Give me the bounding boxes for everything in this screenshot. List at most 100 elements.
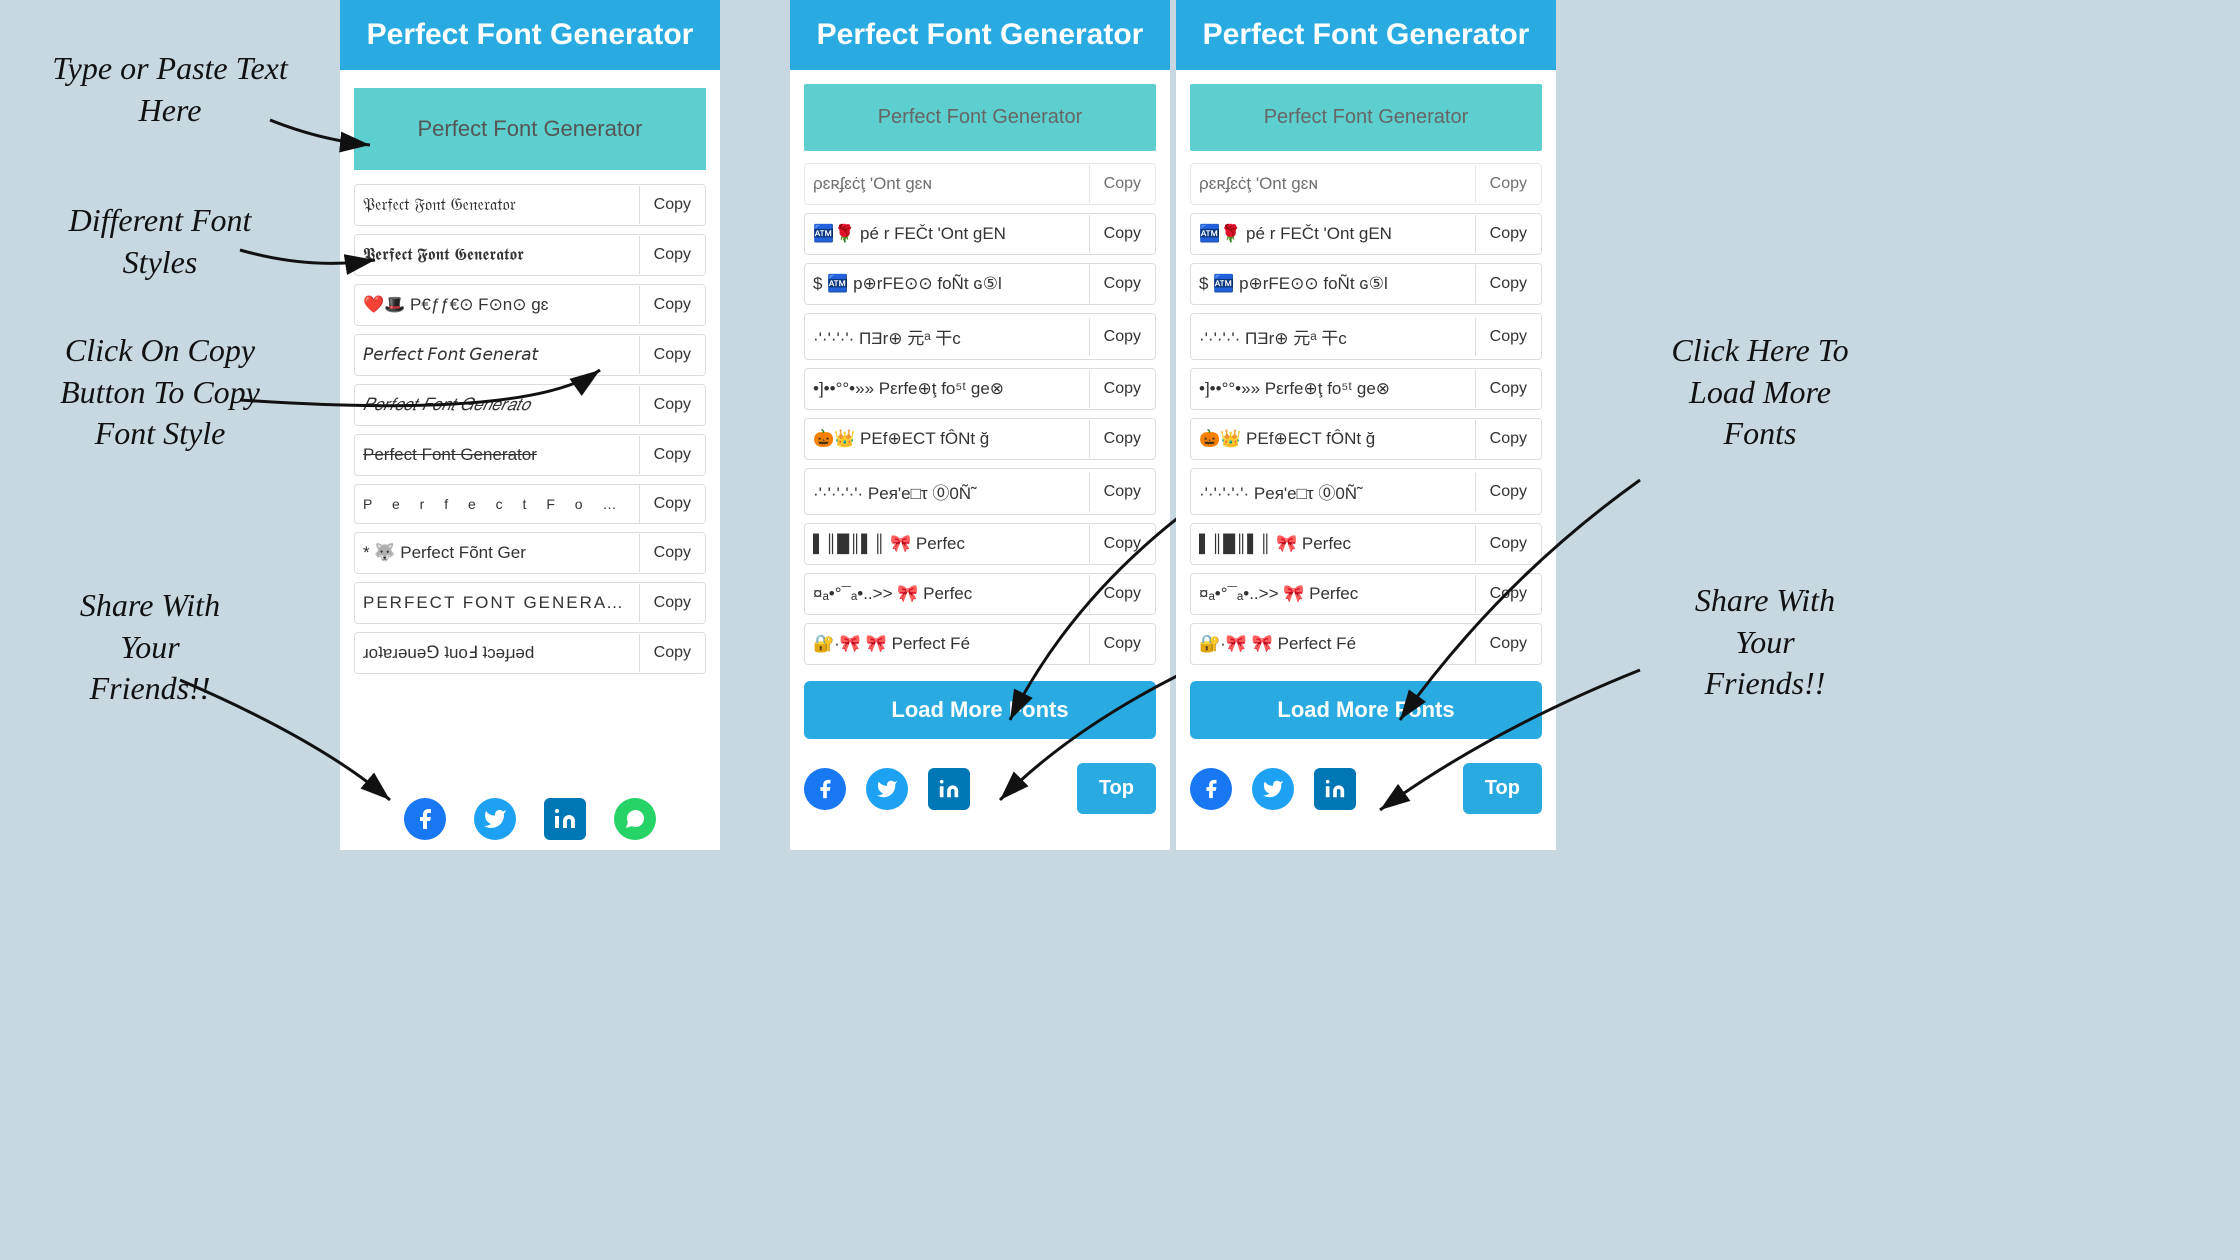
font-text: Perfect Font Generator — [355, 435, 639, 475]
font-text: ·'·'·'·'· ΠƎr⊕ 元ᵃ 干c — [805, 314, 1089, 359]
twitter-icon-right[interactable] — [866, 768, 908, 810]
font-row: ❤️🎩 P€ƒƒ€⊙ F⊙n⊙ gɛ Copy — [354, 284, 706, 326]
load-more-button-2[interactable]: Load More Fonts — [1190, 681, 1542, 739]
annotation-click-load-2: Click Here ToLoad MoreFonts — [1620, 330, 1900, 455]
font-row: * 🐺 Perfect Fõnt Ger Copy — [354, 532, 706, 574]
copy-button[interactable]: Copy — [1089, 318, 1155, 356]
font-text: PERFECT FONT GENERATOR — [355, 583, 639, 623]
font-text: 🎃👑 ΡEf⊕ECT fÔNt ğ — [805, 419, 1089, 459]
copy-button[interactable]: Copy — [639, 386, 705, 424]
font-row-partial-2: ρɛʀʄɛċţ 'Ont gɛɴ Copy — [1190, 163, 1542, 205]
copy-button[interactable]: Copy — [1089, 625, 1155, 663]
load-more-button[interactable]: Load More Fonts — [804, 681, 1156, 739]
social-icons-right-2 — [1190, 768, 1356, 810]
font-text: ▌║█║▌║ 🎀 Perfec — [805, 524, 1089, 564]
right2-input-display: Perfect Font Generator — [1190, 84, 1542, 151]
font-row: 𝕻𝖊𝖗𝖋𝖊𝖈𝖙 𝕱𝖔𝖓𝖙 𝕲𝖊𝖓𝖊𝖗𝖆𝖙𝖔𝖗 Copy — [354, 234, 706, 276]
font-row: $ 🏧 p⊕rFE⊙⊙ foÑt ɢ⑤l Copy — [1190, 263, 1542, 305]
twitter-icon-right-2[interactable] — [1252, 768, 1294, 810]
annotation-different-fonts: Different FontStyles — [30, 200, 290, 283]
right-input-display: Perfect Font Generator — [804, 84, 1156, 151]
font-text: 🔐·🎀 🎀 Perfect Fé — [1191, 624, 1475, 664]
copy-button[interactable]: Copy — [1089, 420, 1155, 458]
top-button[interactable]: Top — [1077, 763, 1156, 814]
font-row: 🔐·🎀 🎀 Perfect Fé Copy — [1190, 623, 1542, 665]
font-row: ·'·'·'·'·'· Pея'e□τ ⓪0Ñ˜ Copy — [804, 468, 1156, 515]
copy-button[interactable]: Copy — [1475, 165, 1541, 203]
social-icons-right — [804, 768, 970, 810]
copy-button[interactable]: Copy — [639, 485, 705, 523]
annotation-click-copy: Click On CopyButton To CopyFont Style — [30, 330, 290, 455]
font-row: $ 🏧 p⊕rFE⊙⊙ foÑt ɢ⑤l Copy — [804, 263, 1156, 305]
font-text: * 🐺 Perfect Fõnt Ger — [355, 533, 639, 573]
copy-button[interactable]: Copy — [1089, 265, 1155, 303]
facebook-icon-right[interactable] — [804, 768, 846, 810]
left-panel-header: Perfect Font Generator — [340, 0, 720, 70]
copy-button[interactable]: Copy — [1475, 473, 1541, 511]
font-text: 🏧🌹 pé r FEČt 'Ont gEN — [805, 214, 1089, 254]
copy-button[interactable]: Copy — [1475, 420, 1541, 458]
text-input[interactable] — [354, 88, 706, 170]
facebook-icon[interactable] — [404, 798, 446, 840]
copy-button[interactable]: Copy — [1089, 370, 1155, 408]
copy-button[interactable]: Copy — [1089, 215, 1155, 253]
font-row: ·'·'·'·'·'· Pея'e□τ ⓪0Ñ˜ Copy — [1190, 468, 1542, 515]
font-row: PERFECT FONT GENERATOR Copy — [354, 582, 706, 624]
copy-button[interactable]: Copy — [1475, 370, 1541, 408]
copy-button[interactable]: Copy — [639, 534, 705, 572]
copy-button[interactable]: Copy — [639, 236, 705, 274]
font-row: ¤ₐ•°¯ₐ•..>> 🎀 Perfec Copy — [1190, 573, 1542, 615]
copy-button[interactable]: Copy — [1475, 525, 1541, 563]
font-text: 🎃👑 ΡEf⊕ECT fÔNt ğ — [1191, 419, 1475, 459]
font-row: 🎃👑 ΡEf⊕ECT fÔNt ğ Copy — [804, 418, 1156, 460]
top-button-2[interactable]: Top — [1463, 763, 1542, 814]
copy-button[interactable]: Copy — [1089, 473, 1155, 511]
font-text: ❤️🎩 P€ƒƒ€⊙ F⊙n⊙ gɛ — [355, 285, 639, 325]
social-top-row-right-2: Top — [1176, 751, 1556, 822]
copy-button[interactable]: Copy — [1475, 318, 1541, 356]
copy-button[interactable]: Copy — [639, 436, 705, 474]
font-text: P e r f e c t F o n t — [355, 486, 639, 522]
linkedin-icon[interactable] — [544, 798, 586, 840]
font-row: 🏧🌹 pé r FEČt 'Ont gEN Copy — [1190, 213, 1542, 255]
linkedin-icon-right[interactable] — [928, 768, 970, 810]
font-row: Perfect Font Generator Copy — [354, 434, 706, 476]
copy-button[interactable]: Copy — [639, 336, 705, 374]
copy-button[interactable]: Copy — [1089, 165, 1155, 203]
copy-button[interactable]: Copy — [1475, 625, 1541, 663]
font-text: ·'·'·'·'·'· Pея'e□τ ⓪0Ñ˜ — [805, 469, 1089, 514]
linkedin-icon-right-2[interactable] — [1314, 768, 1356, 810]
facebook-icon-right-2[interactable] — [1190, 768, 1232, 810]
right-panel-2-header: Perfect Font Generator — [1176, 0, 1556, 70]
whatsapp-icon[interactable] — [614, 798, 656, 840]
font-text: 𝔓𝔢𝔯𝔣𝔢𝔠𝔱 𝔉𝔬𝔫𝔱 𝔊𝔢𝔫𝔢𝔯𝔞𝔱𝔬𝔯 — [355, 185, 639, 225]
social-row-left — [340, 782, 720, 850]
font-row: ·'·'·'·'· ΠƎr⊕ 元ᵃ 干c Copy — [1190, 313, 1542, 360]
twitter-icon[interactable] — [474, 798, 516, 840]
font-text: ¤ₐ•°¯ₐ•..>> 🎀 Perfec — [1191, 574, 1475, 614]
copy-button[interactable]: Copy — [639, 584, 705, 622]
copy-button[interactable]: Copy — [639, 286, 705, 324]
font-row: ¤ₐ•°¯ₐ•..>> 🎀 Perfec Copy — [804, 573, 1156, 615]
annotation-share-right-2: Share WithYourFriends!! — [1640, 580, 1890, 705]
copy-button[interactable]: Copy — [639, 634, 705, 672]
font-text: ρɛʀʄɛċţ 'Ont gɛɴ — [805, 164, 1089, 204]
left-panel: Perfect Font Generator 𝔓𝔢𝔯𝔣𝔢𝔠𝔱 𝔉𝔬𝔫𝔱 𝔊𝔢𝔫𝔢… — [340, 0, 720, 850]
font-row: 🎃👑 ΡEf⊕ECT fÔNt ğ Copy — [1190, 418, 1542, 460]
font-text: ɹoʇɐɹǝuǝ⅁ ʇuoℲ ʇɔǝɟɹǝd — [355, 633, 639, 673]
font-text: •]••°°•»» Pεrfe⊕ţ fo⁵ᵗ ge⊗ — [805, 369, 1089, 409]
font-text: ·'·'·'·'·'· Pея'e□τ ⓪0Ñ˜ — [1191, 469, 1475, 514]
font-text: 𝕻𝖊𝖗𝖋𝖊𝖈𝖙 𝕱𝖔𝖓𝖙 𝕲𝖊𝖓𝖊𝖗𝖆𝖙𝖔𝖗 — [355, 235, 639, 275]
right-panel-header: Perfect Font Generator — [790, 0, 1170, 70]
copy-button[interactable]: Copy — [639, 186, 705, 224]
copy-button[interactable]: Copy — [1475, 265, 1541, 303]
copy-button[interactable]: Copy — [1475, 575, 1541, 613]
font-row: •]••°°•»» Pεrfe⊕ţ fo⁵ᵗ ge⊗ Copy — [804, 368, 1156, 410]
copy-button[interactable]: Copy — [1475, 215, 1541, 253]
font-row: 🔐·🎀 🎀 Perfect Fé Copy — [804, 623, 1156, 665]
copy-button[interactable]: Copy — [1089, 525, 1155, 563]
copy-button[interactable]: Copy — [1089, 575, 1155, 613]
font-text: ▌║█║▌║ 🎀 Perfec — [1191, 524, 1475, 564]
font-row: 𝑃𝑒𝑟𝑓𝑒𝑐𝑡 𝐹𝑜𝑛𝑡 𝐺𝑒𝑛𝑒𝑟𝑎𝑡𝑜 Copy — [354, 384, 706, 426]
font-row: ɹoʇɐɹǝuǝ⅁ ʇuoℲ ʇɔǝɟɹǝd Copy — [354, 632, 706, 674]
